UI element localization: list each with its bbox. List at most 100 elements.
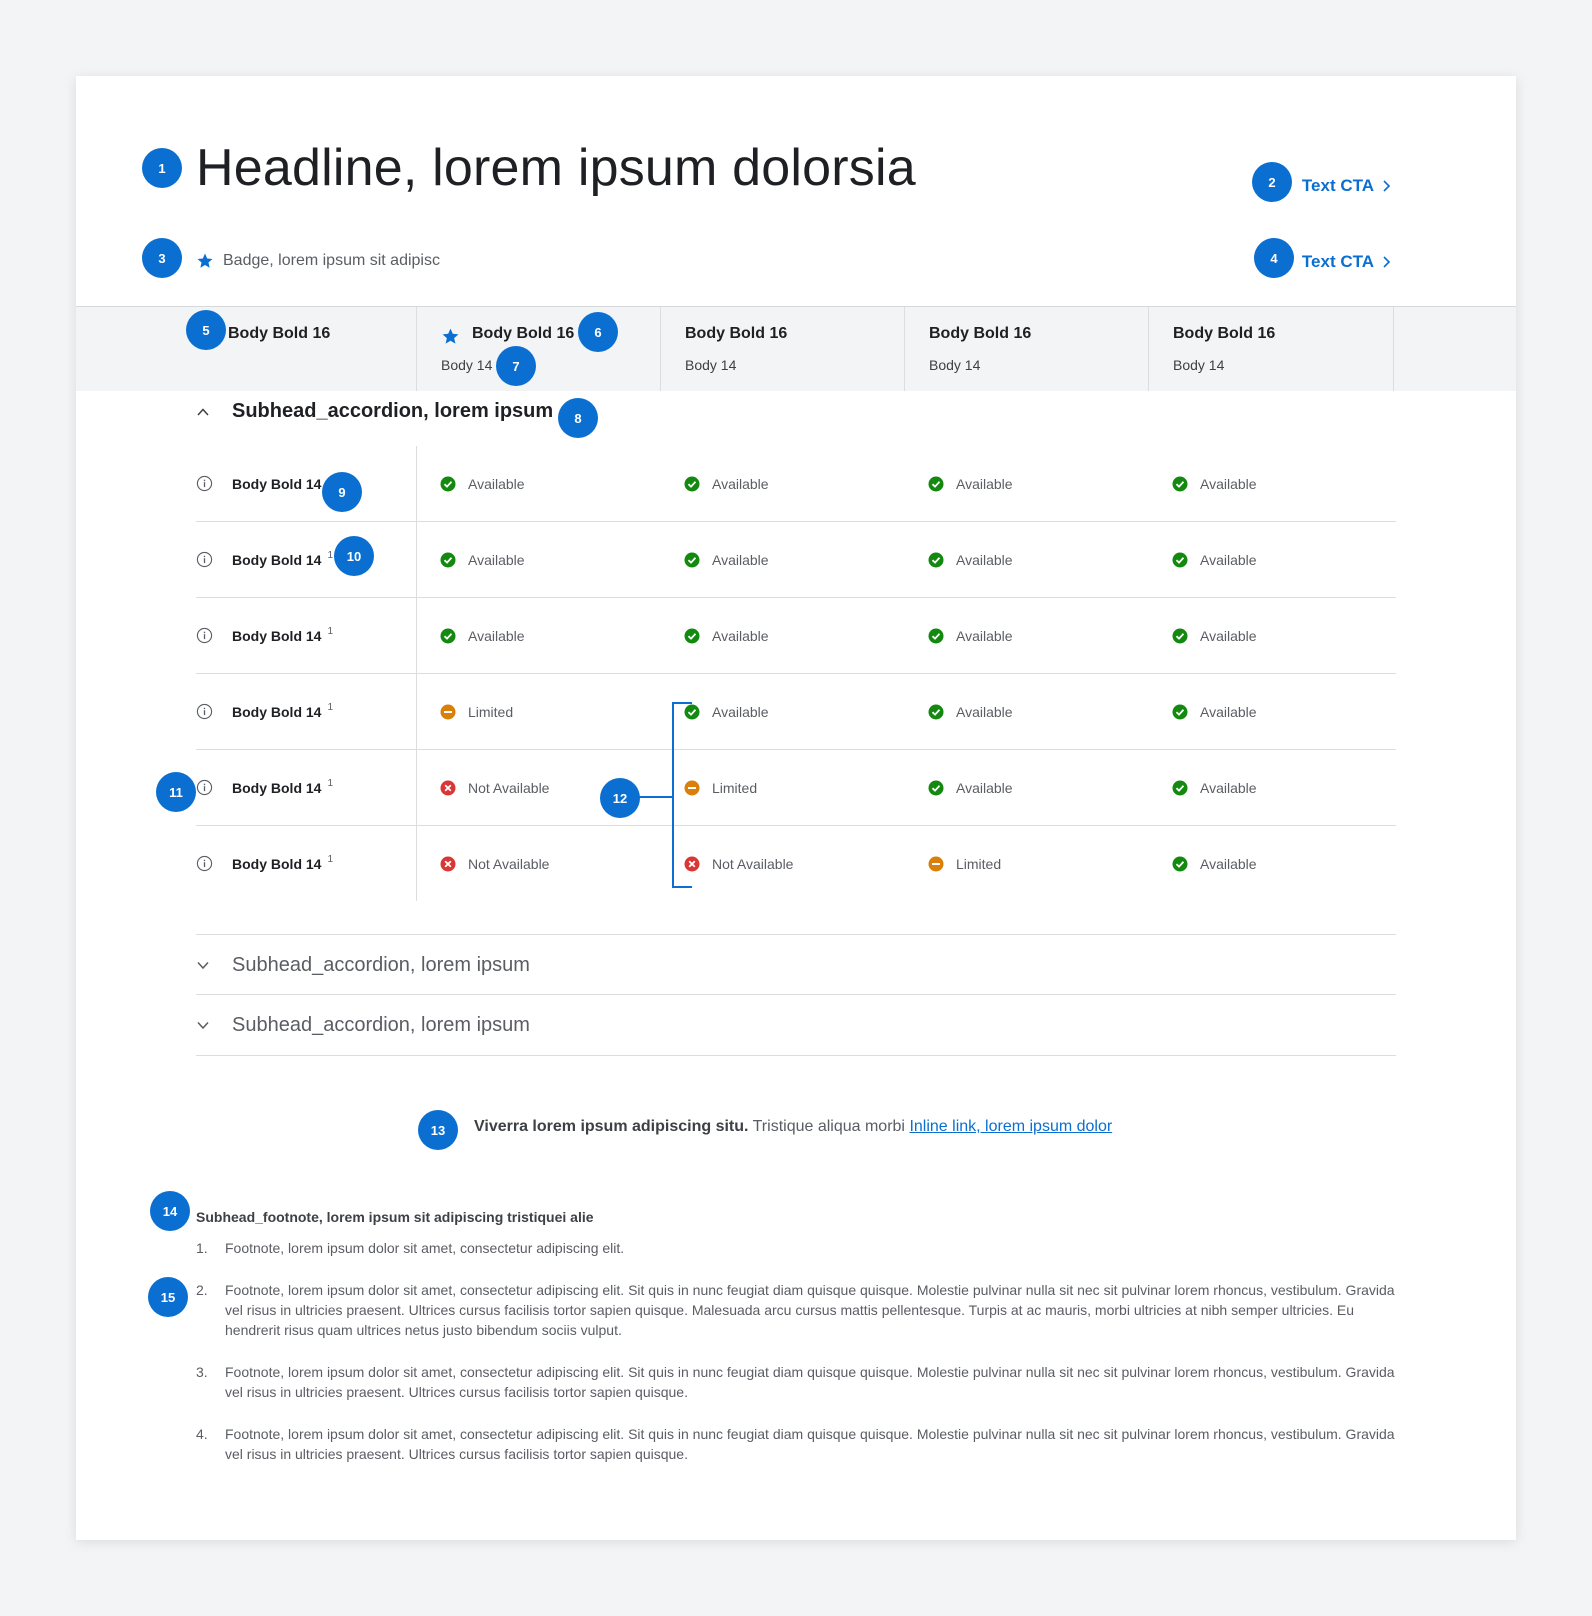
status-text: Available (1200, 855, 1257, 872)
row-label: Body Bold 14 1 (196, 522, 417, 597)
footnote-item: 1. Footnote, lorem ipsum dolor sit amet,… (196, 1238, 1396, 1258)
badge: Badge, lorem ipsum sit adipisc (196, 252, 440, 270)
row-label: Body Bold 14 1 (196, 826, 417, 901)
column-header-2: Body Bold 16 Body 14 (660, 307, 905, 391)
text-cta-secondary[interactable]: Text CTA (1302, 252, 1392, 272)
check-circle-icon (1172, 476, 1188, 491)
status-text: Available (1200, 475, 1257, 492)
status-text: Available (956, 627, 1013, 644)
table-row: Body Bold 14 1 Limited Available Available Av… (196, 674, 1396, 750)
footnote-ref[interactable]: 1 (327, 854, 333, 865)
footnote-ref[interactable]: 1 (327, 550, 333, 561)
annotation-marker-10: 10 (334, 536, 374, 576)
column-header-4: Body Bold 16 Body 14 (1148, 307, 1394, 391)
status-text: Available (712, 551, 769, 568)
info-icon[interactable] (196, 551, 213, 568)
status-cell: Available (1172, 446, 1257, 521)
info-icon[interactable] (196, 627, 213, 644)
status-cell: Available (440, 522, 525, 597)
column-subtitle: Body 14 (441, 357, 493, 373)
info-icon[interactable] (196, 703, 213, 720)
accordion-toggle-closed[interactable]: Subhead_accordion, lorem ipsum (196, 934, 1396, 995)
accordion-toggle-open[interactable]: Subhead_accordion, lorem ipsum (196, 400, 553, 423)
comparison-card: 1 2 3 4 5 6 7 8 9 10 11 12 13 14 15 Head… (76, 76, 1516, 1540)
column-title: Body Bold 16 (929, 325, 1032, 342)
footnote-item: 3. Footnote, lorem ipsum dolor sit amet,… (196, 1362, 1396, 1402)
table-row: Body Bold 14 Available Available Available A… (196, 446, 1396, 522)
check-circle-icon (1172, 628, 1188, 643)
status-text: Limited (712, 779, 758, 796)
column-title: Body Bold 16 (1173, 325, 1276, 342)
status-text: Available (1200, 627, 1257, 644)
check-circle-icon (928, 704, 944, 719)
footnote-ref[interactable]: 1 (327, 702, 333, 713)
footnote-item: 2. Footnote, lorem ipsum dolor sit amet,… (196, 1280, 1396, 1340)
annotation-marker-7: 7 (496, 346, 536, 386)
status-cell: Available (684, 522, 769, 597)
status-text: Available (956, 703, 1013, 720)
footnote-number: 4. (196, 1426, 208, 1442)
footnote-ref[interactable]: 1 (327, 626, 333, 637)
inline-note-bold: Viverra lorem ipsum adipiscing situ. (474, 1118, 749, 1135)
status-text: Not Available (468, 855, 550, 872)
inline-link[interactable]: Inline link, lorem ipsum dolor (909, 1118, 1112, 1135)
status-cell: Not Available (440, 826, 549, 901)
column-subtitle: Body 14 (1173, 357, 1225, 373)
row-label-text: Body Bold 14 (232, 855, 322, 872)
annotation-marker-15: 15 (148, 1277, 188, 1317)
row-label-text: Body Bold 14 (232, 551, 322, 568)
check-circle-icon (928, 628, 944, 643)
column-header-1: Body Bold 16 Body 14 (416, 307, 661, 391)
status-cell: Available (928, 446, 1013, 521)
column-header-3: Body Bold 16 Body 14 (904, 307, 1149, 391)
status-cell: Available (684, 446, 769, 521)
row-label: Body Bold 14 1 (196, 598, 417, 673)
row-label: Body Bold 14 1 (196, 750, 417, 825)
status-text: Limited (956, 855, 1002, 872)
text-cta-primary[interactable]: Text CTA (1302, 176, 1392, 196)
info-icon[interactable] (196, 855, 213, 872)
check-circle-icon (684, 628, 700, 643)
comparison-bracket (672, 702, 692, 888)
check-circle-icon (440, 628, 456, 643)
row-label-text: Body Bold 14 (232, 779, 322, 796)
footnote-text: Footnote, lorem ipsum dolor sit amet, co… (225, 1364, 1395, 1400)
footnote-text: Footnote, lorem ipsum dolor sit amet, co… (225, 1282, 1395, 1338)
check-circle-icon (928, 476, 944, 491)
annotation-marker-1: 1 (142, 148, 182, 188)
chevron-right-icon (1383, 256, 1391, 268)
accordion-title: Subhead_accordion, lorem ipsum (232, 1013, 530, 1036)
status-text: Available (468, 551, 525, 568)
footnote-ref[interactable]: 1 (327, 778, 333, 789)
check-circle-icon (928, 780, 944, 795)
status-cell: Available (684, 598, 769, 673)
footnote-number: 2. (196, 1282, 208, 1298)
status-text: Available (712, 475, 769, 492)
accordion-toggle-closed[interactable]: Subhead_accordion, lorem ipsum (196, 994, 1396, 1056)
status-text: Not Available (712, 855, 794, 872)
status-text: Available (1200, 551, 1257, 568)
check-circle-icon (440, 552, 456, 567)
check-circle-icon (1172, 704, 1188, 719)
minus-circle-icon (928, 856, 944, 871)
check-circle-icon (1172, 552, 1188, 567)
row-label: Body Bold 14 1 (196, 674, 417, 749)
info-icon[interactable] (196, 475, 213, 492)
x-circle-icon (440, 780, 456, 795)
status-cell: Available (1172, 522, 1257, 597)
check-circle-icon (928, 552, 944, 567)
table-row: Body Bold 14 1 Available Available Available… (196, 598, 1396, 674)
text-cta-label: Text CTA (1301, 176, 1374, 195)
annotation-marker-8: 8 (558, 398, 598, 438)
page-headline: Headline, lorem ipsum dolorsia (196, 139, 916, 197)
footnote-text: Footnote, lorem ipsum dolor sit amet, co… (225, 1426, 1395, 1462)
annotation-marker-13: 13 (418, 1110, 458, 1150)
chevron-down-icon (197, 961, 209, 970)
status-cell: Not Available (684, 826, 793, 901)
footnote-item: 4. Footnote, lorem ipsum dolor sit amet,… (196, 1424, 1396, 1464)
status-text: Available (1200, 703, 1257, 720)
star-icon (442, 328, 459, 344)
table-row: Body Bold 14 1 Not Available Not Available L… (196, 826, 1396, 901)
status-cell: Available (440, 598, 525, 673)
info-icon[interactable] (196, 779, 213, 796)
